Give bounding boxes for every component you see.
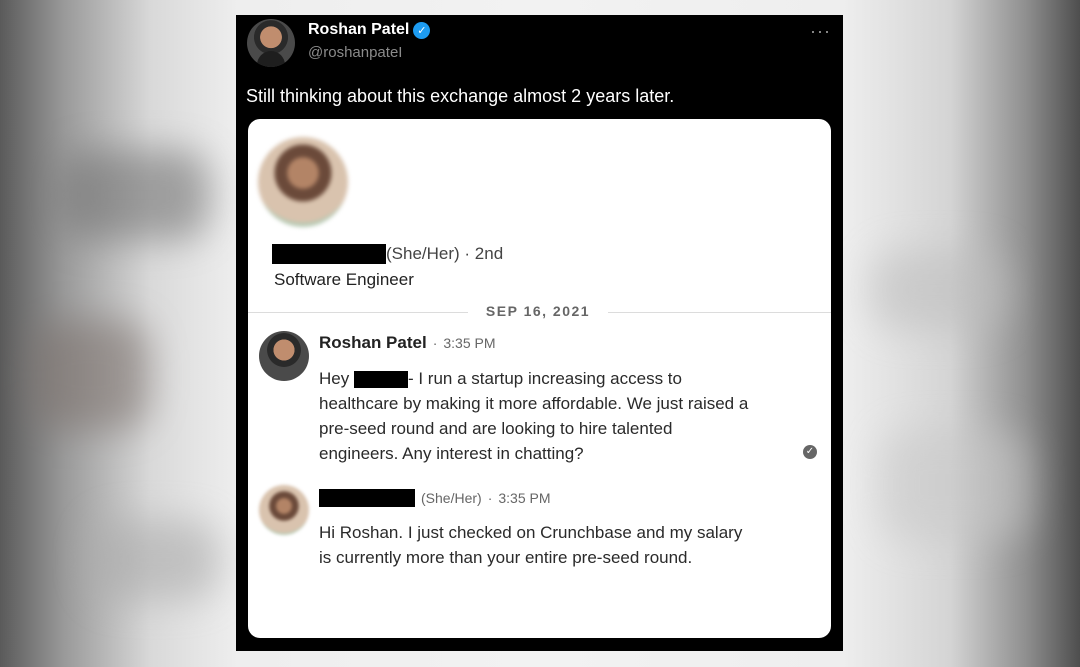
redacted-name: [319, 489, 415, 507]
background-blur: [870, 250, 1010, 330]
profile-name-line: (She/Her) · 2nd: [272, 244, 503, 264]
author-avatar[interactable]: [247, 19, 295, 67]
background-blur: [60, 150, 210, 240]
profile-pronouns-degree: (She/Her) · 2nd: [386, 244, 504, 263]
divider-line: [248, 312, 468, 313]
profile-title: Software Engineer: [274, 270, 414, 289]
message-separator: ·: [432, 335, 438, 351]
message-avatar-roshan: [259, 331, 309, 381]
message-separator: ·: [487, 490, 493, 506]
background-blur: [30, 320, 150, 430]
read-receipt-icon: ✓: [803, 445, 817, 459]
message-sender: Roshan Patel: [319, 333, 427, 352]
verified-badge-icon: ✓: [413, 21, 431, 39]
message-header: Roshan Patel · 3:35 PM: [319, 333, 496, 353]
background-blur: [90, 520, 220, 600]
more-options-icon[interactable]: ···: [810, 21, 831, 42]
date-label: SEP 16, 2021: [485, 303, 591, 319]
redacted-name: [353, 371, 408, 389]
redacted-name: [272, 244, 386, 264]
message-avatar-other: [259, 485, 309, 535]
tweet-text: Still thinking about this exchange almos…: [246, 86, 675, 106]
date-divider: SEP 16, 2021: [248, 302, 831, 322]
author-handle[interactable]: @roshanpateI: [308, 44, 402, 61]
background-blur: [880, 430, 1030, 540]
message-pronouns: (She/Her): [421, 490, 482, 506]
author-name[interactable]: Roshan Patel: [308, 21, 409, 39]
profile-avatar: [258, 137, 348, 227]
embedded-screenshot[interactable]: (She/Her) · 2nd Software Engineer SEP 16…: [248, 119, 831, 638]
message-time: 3:35 PM: [443, 335, 496, 351]
message-header: (She/Her) · 3:35 PM: [319, 489, 551, 507]
message-body: Hey - I run a startup increasing access …: [319, 366, 749, 466]
tweet: Roshan Patel ✓ @roshanpateI ··· Still th…: [236, 15, 843, 651]
message-text-prefix: Hey: [319, 369, 354, 388]
author-name-row[interactable]: Roshan Patel ✓: [308, 21, 431, 39]
message-body: Hi Roshan. I just checked on Crunchbase …: [319, 523, 743, 567]
divider-line: [608, 312, 831, 313]
message-time: 3:35 PM: [498, 490, 551, 506]
